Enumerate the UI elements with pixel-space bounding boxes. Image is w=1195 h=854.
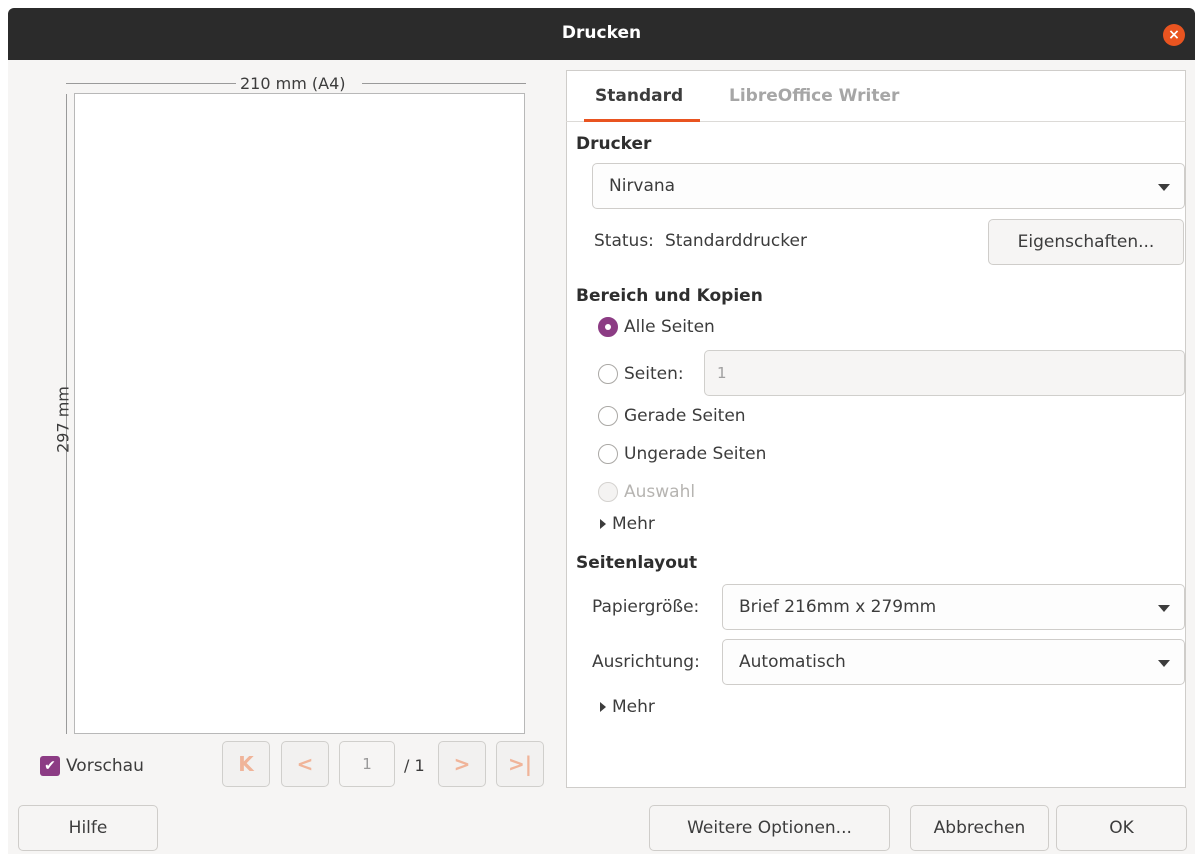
tab-bar: Standard LibreOffice Writer (566, 70, 1186, 122)
pages-input[interactable]: 1 (704, 350, 1185, 396)
help-button[interactable]: Hilfe (18, 805, 158, 851)
radio-pages[interactable]: Seiten: (598, 364, 684, 384)
range-section-title: Bereich und Kopien (576, 286, 763, 306)
radio-even-pages[interactable]: Gerade Seiten (598, 406, 746, 426)
range-more-label: Mehr (612, 514, 655, 534)
page-preview (74, 93, 525, 734)
orientation-value: Automatisch (739, 652, 846, 672)
cancel-button[interactable]: Abbrechen (910, 805, 1049, 851)
paper-size-label: Papiergröße: (592, 597, 700, 617)
preview-checkbox[interactable]: ✔ Vorschau (40, 756, 144, 776)
radio-even-pages-label: Gerade Seiten (624, 406, 746, 426)
status-label: Status: (594, 231, 654, 251)
paper-size-select[interactable]: Brief 216mm x 279mm (722, 584, 1185, 630)
layout-more-label: Mehr (612, 697, 655, 717)
radio-all-pages-label: Alle Seiten (624, 317, 715, 337)
radio-pages-label: Seiten: (624, 364, 684, 384)
previous-page-icon: < (296, 752, 314, 776)
last-page-button[interactable]: >| (496, 741, 544, 787)
radio-odd-pages[interactable]: Ungerade Seiten (598, 444, 766, 464)
checkmark-icon: ✔ (40, 756, 60, 776)
active-tab-indicator (584, 119, 700, 122)
dropdown-arrow-icon (1158, 605, 1170, 612)
ok-button[interactable]: OK (1056, 805, 1187, 851)
first-page-icon: K (238, 752, 254, 776)
window-title: Drucken (561, 23, 642, 43)
range-more-expander[interactable]: Mehr (600, 514, 655, 534)
width-dimension-label: 210 mm (A4) (240, 74, 346, 93)
radio-odd-pages-label: Ungerade Seiten (624, 444, 767, 464)
radio-selected-icon (598, 317, 618, 337)
tab-libreoffice-writer[interactable]: LibreOffice Writer (729, 86, 899, 106)
dropdown-arrow-icon (1158, 184, 1170, 191)
radio-unselected-icon (598, 364, 618, 384)
next-page-button[interactable]: > (438, 741, 486, 787)
radio-all-pages[interactable]: Alle Seiten (598, 317, 715, 337)
width-dimension-line-right (362, 83, 526, 84)
current-page-input[interactable]: 1 (339, 741, 395, 787)
radio-selection-label: Auswahl (624, 482, 696, 502)
close-icon[interactable]: × (1163, 24, 1185, 46)
status-value: Standarddrucker (665, 231, 807, 251)
previous-page-button[interactable]: < (281, 741, 329, 787)
preview-checkbox-label: Vorschau (66, 756, 144, 776)
radio-unselected-icon (598, 444, 618, 464)
layout-section-title: Seitenlayout (576, 553, 698, 573)
layout-more-expander[interactable]: Mehr (600, 697, 655, 717)
pages-input-value: 1 (717, 364, 727, 382)
printer-select-value: Nirvana (609, 176, 676, 196)
properties-button[interactable]: Eigenschaften... (988, 219, 1184, 265)
tab-standard[interactable]: Standard (595, 86, 683, 106)
orientation-select[interactable]: Automatisch (722, 639, 1185, 685)
orientation-label: Ausrichtung: (592, 652, 700, 672)
paper-size-value: Brief 216mm x 279mm (739, 597, 937, 617)
next-page-icon: > (453, 752, 471, 776)
page-total: / 1 (404, 756, 425, 775)
radio-unselected-icon (598, 406, 618, 426)
expand-arrow-icon (600, 702, 606, 712)
width-dimension-line-left (66, 83, 236, 84)
height-dimension-label: 297 mm (53, 386, 73, 453)
printer-select[interactable]: Nirvana (592, 163, 1185, 209)
last-page-icon: >| (507, 752, 533, 776)
expand-arrow-icon (600, 519, 606, 529)
first-page-button[interactable]: K (222, 741, 270, 787)
more-options-button[interactable]: Weitere Optionen... (649, 805, 890, 851)
printer-section-title: Drucker (576, 134, 652, 154)
radio-disabled-icon (598, 482, 618, 502)
title-bar: Drucken × (8, 8, 1195, 60)
radio-selection: Auswahl (598, 482, 695, 502)
dropdown-arrow-icon (1158, 660, 1170, 667)
